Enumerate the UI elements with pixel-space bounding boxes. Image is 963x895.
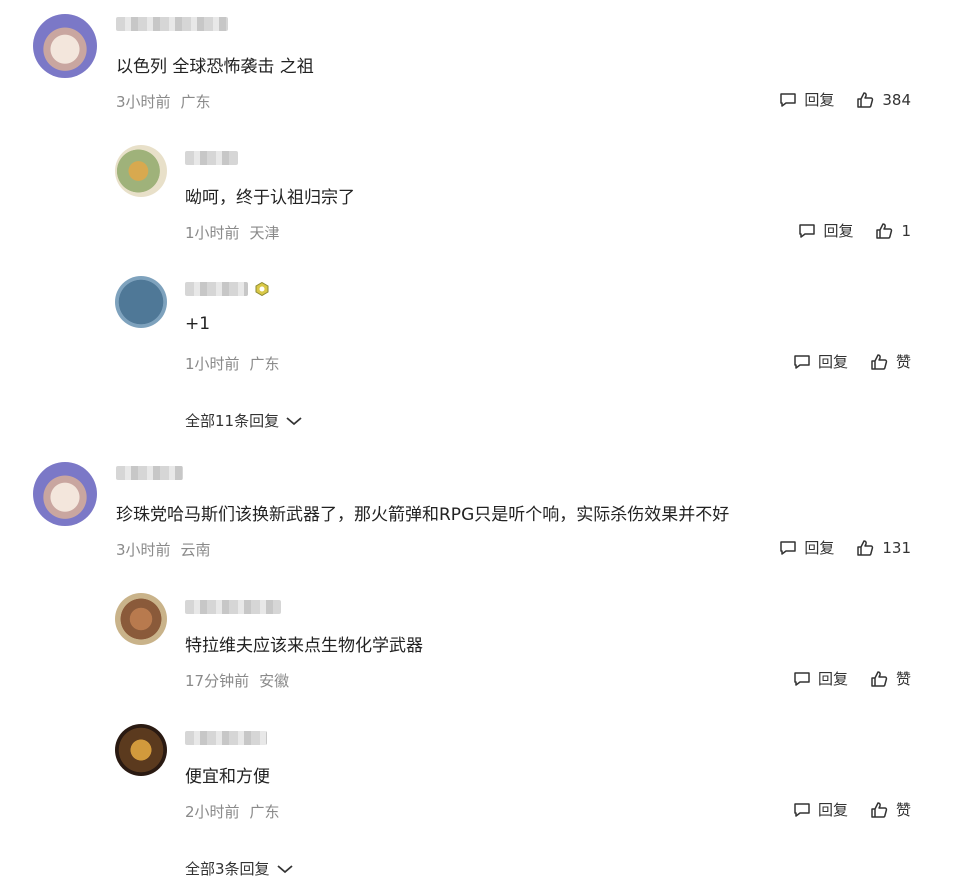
avatar[interactable] (115, 593, 167, 645)
reply-time: 1小时前 (185, 224, 240, 242)
comment-time: 3小时前 (116, 541, 171, 559)
reply-label: 回复 (804, 539, 835, 557)
reply-label: 回复 (804, 91, 835, 109)
comment-actions: 回复 384 (778, 89, 911, 110)
like-button[interactable]: 1 (875, 221, 911, 241)
like-label: 赞 (895, 670, 911, 688)
comment-meta: 3小时前 广东 (116, 91, 211, 112)
show-all-replies-button[interactable]: 全部3条回复 (185, 858, 294, 879)
comment-time: 3小时前 (116, 93, 171, 111)
reply-text: 特拉维夫应该来点生物化学武器 (185, 636, 423, 656)
comment-meta: 3小时前 云南 (116, 539, 211, 560)
like-count: 1 (901, 221, 911, 240)
thumbs-up-icon (857, 91, 874, 108)
thumbs-up-icon (871, 670, 888, 687)
reply-button[interactable]: 回复 (778, 89, 834, 110)
reply-location: 广东 (249, 803, 280, 821)
reply-button[interactable]: 回复 (778, 537, 834, 558)
reply-button[interactable]: 回复 (792, 668, 848, 689)
reply-actions: 回复 赞 (792, 799, 911, 820)
avatar[interactable] (33, 462, 97, 526)
comment-bubble-icon (794, 802, 810, 817)
comment-bubble-icon (794, 354, 810, 369)
comment-bubble-icon (780, 92, 797, 107)
like-count: 131 (882, 538, 911, 557)
like-label: 赞 (895, 801, 911, 819)
avatar[interactable] (115, 145, 167, 197)
comment-bubble-icon (794, 671, 810, 686)
username-blurred[interactable] (185, 600, 281, 614)
like-button[interactable]: 赞 (870, 351, 911, 372)
reply-meta: 1小时前 天津 (185, 222, 280, 243)
reply-label: 回复 (817, 353, 848, 371)
show-all-replies-button[interactable]: 全部11条回复 (185, 410, 303, 431)
reply-text: +1 (185, 314, 211, 334)
chevron-down-icon (276, 864, 293, 873)
reply-label: 回复 (817, 670, 848, 688)
avatar[interactable] (33, 14, 97, 78)
comment-actions: 回复 131 (778, 537, 911, 558)
reply-actions: 回复 赞 (792, 668, 911, 689)
reply-meta: 17分钟前 安徽 (185, 670, 289, 691)
like-button[interactable]: 赞 (870, 799, 911, 820)
reply-text: 呦呵，终于认祖归宗了 (185, 188, 355, 208)
show-all-replies-label: 全部11条回复 (185, 412, 280, 430)
comment-text: 以色列 全球恐怖袭击 之祖 (116, 57, 314, 77)
reply-time: 17分钟前 (185, 672, 250, 690)
reply-actions: 回复 赞 (792, 351, 911, 372)
reply-button[interactable]: 回复 (792, 351, 848, 372)
like-count: 384 (882, 90, 911, 109)
show-all-replies-label: 全部3条回复 (185, 860, 270, 878)
username-blurred[interactable] (185, 151, 238, 165)
reply-text: 便宜和方便 (185, 767, 270, 787)
username-blurred[interactable] (185, 731, 267, 745)
chevron-down-icon (286, 416, 302, 425)
comment-location: 广东 (180, 93, 211, 111)
like-button[interactable]: 384 (856, 90, 911, 110)
thumbs-up-icon (871, 353, 888, 370)
reply-button[interactable]: 回复 (797, 220, 853, 241)
like-button[interactable]: 赞 (870, 668, 911, 689)
username-blurred[interactable] (185, 282, 248, 296)
reply-meta: 2小时前 广东 (185, 801, 280, 822)
avatar[interactable] (115, 276, 167, 328)
like-label: 赞 (895, 353, 911, 371)
reply-meta: 1小时前 广东 (185, 353, 280, 374)
comment-text: 珍珠党哈马斯们该换新武器了，那火箭弹和RPG只是听个响，实际杀伤效果并不好 (116, 505, 730, 525)
reply-label: 回复 (823, 222, 854, 240)
username-blurred[interactable] (116, 466, 183, 480)
reply-location: 安徽 (259, 672, 290, 690)
thumbs-up-icon (876, 222, 893, 239)
reply-time: 1小时前 (185, 355, 240, 373)
avatar[interactable] (115, 724, 167, 776)
reply-label: 回复 (817, 801, 848, 819)
thumbs-up-icon (857, 539, 874, 556)
reply-time: 2小时前 (185, 803, 240, 821)
like-button[interactable]: 131 (856, 538, 911, 558)
comment-location: 云南 (180, 541, 211, 559)
reply-actions: 回复 1 (797, 220, 911, 241)
level-badge-icon (255, 282, 269, 296)
thumbs-up-icon (871, 801, 888, 818)
comment-bubble-icon (780, 540, 797, 555)
reply-location: 天津 (249, 224, 280, 242)
reply-location: 广东 (249, 355, 280, 373)
username-blurred[interactable] (116, 17, 228, 31)
comment-bubble-icon (799, 223, 816, 238)
reply-button[interactable]: 回复 (792, 799, 848, 820)
